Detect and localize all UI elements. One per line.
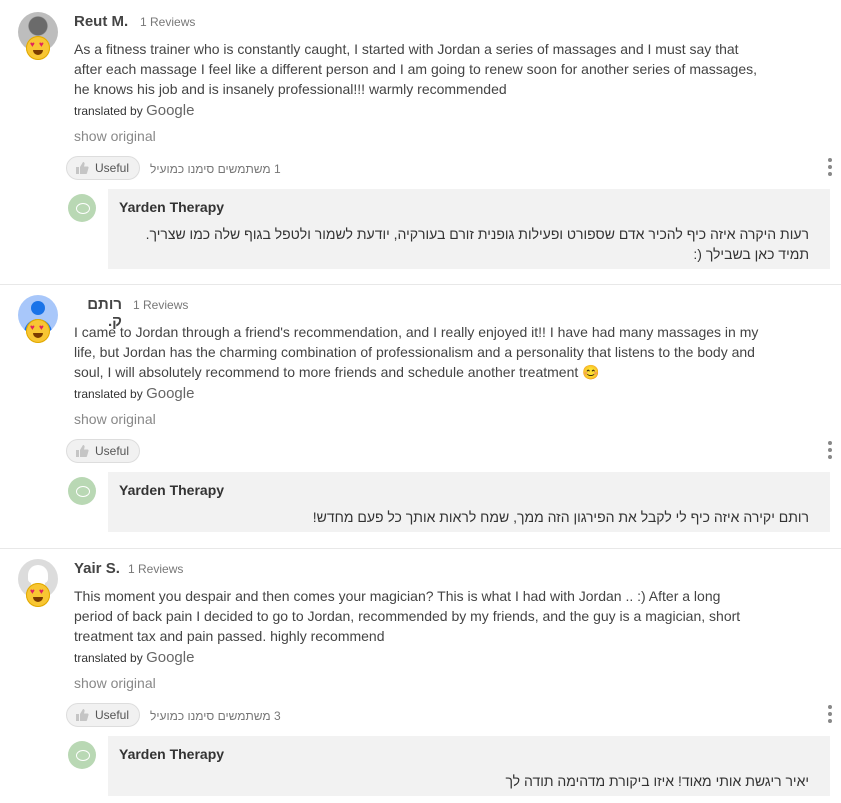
heart-eyes-emoji-icon: ♥ ♥ [26,36,50,60]
google-logo: Google [146,649,195,666]
owner-avatar [68,194,96,222]
google-logo: Google [146,102,195,119]
translated-by-text: translated by [74,387,143,401]
heart-eyes-emoji-icon: ♥ ♥ [26,583,50,607]
translated-by-text: translated by [74,104,143,118]
reviewer-name[interactable]: Yair S. [74,560,120,577]
owner-reply-text: יאיר ריגשת אותי מאוד! איזו ביקורת מדהימה… [505,773,809,789]
thumbs-up-icon [76,162,89,174]
owner-name: Yarden Therapy [119,199,225,215]
translated-by-text: translated by [74,651,143,665]
translated-by-label: translated by Google [74,649,194,666]
owner-reply-text: רותם יקירה איזה כיף לי לקבל את הפירגון ה… [312,509,809,525]
review-count: 1 Reviews [140,15,196,29]
more-vertical-icon[interactable] [827,705,833,725]
useful-button[interactable]: Useful [66,439,141,463]
show-original-link[interactable]: show original [74,128,156,144]
show-original-link[interactable]: show original [74,675,156,691]
translated-by-label: translated by Google [74,102,194,119]
thumbs-up-icon [76,445,89,457]
thumbs-up-icon [76,709,89,721]
useful-count: 1 משתמשים סימנו כמועיל [150,162,281,176]
more-vertical-icon[interactable] [827,158,833,178]
translated-by-label: translated by Google [74,385,194,402]
reviewer-name[interactable]: Reut M. [74,13,128,30]
heart-eyes-emoji-icon: ♥ ♥ [26,319,50,343]
review-text: As a fitness trainer who is constantly c… [74,41,758,97]
useful-label: Useful [95,708,130,722]
owner-avatar [68,477,96,505]
useful-label: Useful [95,444,130,458]
useful-button[interactable]: Useful [66,156,141,180]
review-count: 1 Reviews [133,298,189,312]
review-count: 1 Reviews [128,562,184,576]
review-card: ♥ ♥ רותם ק. 1 Reviews I came to Jordan th… [0,286,841,549]
review-card: ♥ ♥ Reut M. 1 Reviews As a fitness traine… [0,0,841,285]
owner-name: Yarden Therapy [119,482,225,498]
useful-label: Useful [95,161,130,175]
google-logo: Google [146,385,195,402]
owner-name: Yarden Therapy [119,746,225,762]
owner-avatar [68,741,96,769]
review-text: I came to Jordan through a friend's reco… [74,324,759,380]
owner-reply-text: רעות היקרה איזה כיף להכיר אדם שספורט ופע… [145,226,809,262]
review-text: This moment you despair and then comes y… [74,588,741,644]
more-vertical-icon[interactable] [827,441,833,461]
review-card: ♥ ♥ Yair S. 1 Reviews This moment you des… [0,550,841,803]
useful-button[interactable]: Useful [66,703,141,727]
useful-count: 3 משתמשים סימנו כמועיל [150,709,281,723]
show-original-link[interactable]: show original [74,411,156,427]
